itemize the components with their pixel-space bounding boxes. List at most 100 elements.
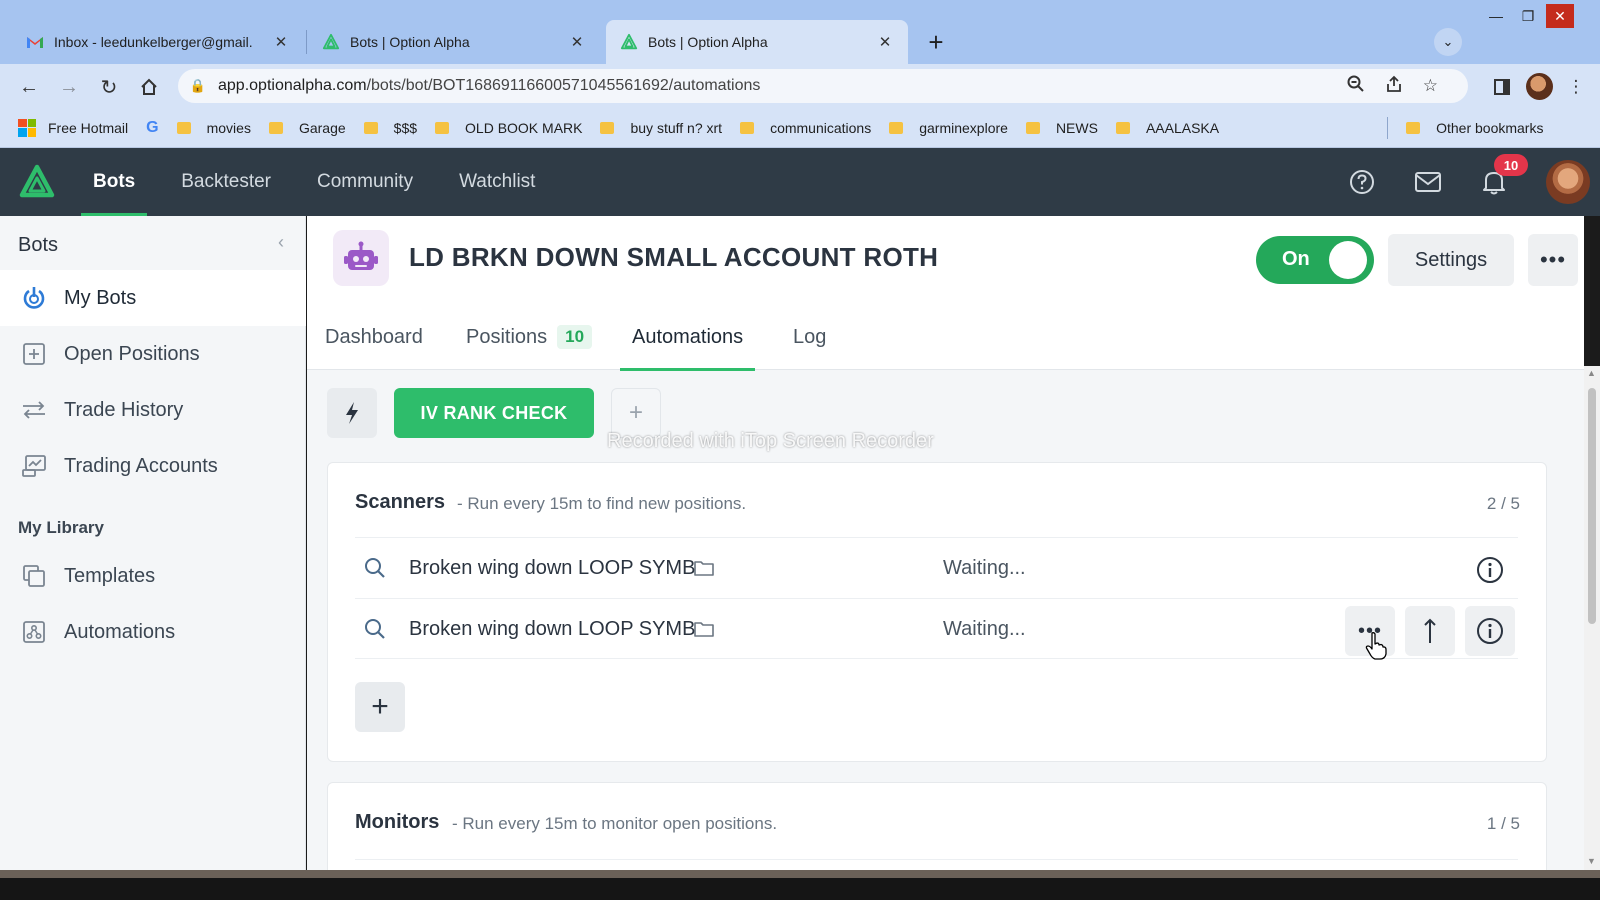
user-avatar[interactable] — [1546, 160, 1590, 204]
url-path: /bots/bot/BOT1686911660057104556169​2/au… — [366, 77, 761, 94]
kebab-menu-icon[interactable]: ⋮ — [1564, 75, 1588, 99]
browser-tab-option-alpha-active[interactable]: Bots | Option Alpha ✕ — [606, 20, 908, 64]
nav-watchlist[interactable]: Watchlist — [436, 148, 558, 216]
robot-icon — [333, 230, 389, 286]
bookmark-news[interactable]: NEWS — [1025, 119, 1098, 136]
scrollbar-thumb[interactable] — [1588, 388, 1596, 624]
tab-search-chevron-icon[interactable]: ⌄ — [1434, 28, 1462, 56]
sidebar-item-automations[interactable]: Automations — [0, 604, 306, 660]
add-scanner-button[interactable]: + — [355, 682, 405, 732]
bookmark-star-icon[interactable]: ☆ — [1423, 76, 1438, 96]
sidebar-item-label: Templates — [64, 564, 156, 587]
monitors-divider — [355, 859, 1518, 860]
sidebar-item-trading-accounts[interactable]: Trading Accounts — [0, 438, 306, 494]
browser-toolbar: ← → ↻ 🔒 app.optionalpha.com/bots/bot/BOT… — [0, 64, 1600, 108]
bookmark-aaalaska[interactable]: AAALASKA — [1115, 120, 1219, 136]
scanner-row[interactable]: Broken wing down LOOP SYMB Waiting... ••… — [355, 598, 1518, 659]
sidebar-item-trade-history[interactable]: Trade History — [0, 382, 306, 438]
lightning-bolt-icon[interactable] — [327, 388, 377, 438]
bookmark-free-hotmail[interactable]: Free Hotmail — [18, 118, 128, 137]
folder-icon[interactable] — [693, 619, 715, 639]
close-tab-icon[interactable]: ✕ — [272, 33, 290, 51]
bookmark-old-book-mark[interactable]: OLD BOOK MARK — [435, 120, 582, 136]
forward-arrow-icon[interactable]: → — [54, 72, 84, 102]
folder-icon — [1406, 121, 1421, 134]
scroll-up-arrow-icon[interactable]: ▲ — [1587, 368, 1596, 378]
minimize-window-icon[interactable]: — — [1482, 4, 1510, 28]
settings-button[interactable]: Settings — [1388, 234, 1514, 286]
bookmark-other[interactable]: Other bookmarks — [1406, 120, 1543, 136]
bookmark-garage[interactable]: Garage — [268, 119, 346, 136]
zoom-icon[interactable] — [1347, 75, 1365, 98]
top-nav: Bots Backtester Community Watchlist — [70, 148, 558, 216]
share-icon[interactable] — [1385, 75, 1403, 98]
folder-icon — [176, 121, 191, 134]
folder-icon — [1115, 121, 1130, 134]
close-window-icon[interactable]: ✕ — [1546, 4, 1574, 28]
google-icon: G — [146, 118, 159, 136]
bookmark-money[interactable]: $$$ — [363, 119, 418, 136]
browser-tab-option-alpha[interactable]: Bots | Option Alpha ✕ — [308, 20, 600, 64]
tab-dashboard[interactable]: Dashboard — [325, 304, 423, 370]
search-icon — [365, 558, 385, 578]
bookmark-label: Garage — [298, 119, 346, 136]
mail-icon[interactable] — [1412, 166, 1444, 198]
bookmark-label: garminexplore — [919, 119, 1008, 136]
back-arrow-icon[interactable]: ← — [14, 72, 44, 102]
close-tab-icon[interactable]: ✕ — [876, 33, 894, 51]
sidebar-item-templates[interactable]: Templates — [0, 548, 306, 604]
sidebar-item-open-positions[interactable]: Open Positions — [0, 326, 306, 382]
new-tab-button[interactable]: + — [920, 26, 952, 58]
scroll-down-arrow-icon[interactable]: ▼ — [1587, 856, 1596, 866]
help-icon[interactable] — [1346, 166, 1378, 198]
sidebar-item-my-bots[interactable]: My Bots — [0, 270, 306, 326]
sidebar: Bots ‹ My Bots Open Positions Trade Hist… — [0, 216, 306, 870]
side-panel-icon[interactable] — [1490, 75, 1514, 99]
folder-icon — [889, 121, 904, 134]
bookmarks-bar: Free Hotmail G movies Garage $$$ OLD BOO… — [0, 108, 1600, 148]
transfer-arrows-icon — [20, 396, 48, 424]
bookmark-label: NEWS — [1055, 119, 1098, 136]
bookmark-buy-stuff[interactable]: buy stuff n? xrt — [600, 120, 722, 136]
bookmark-garminexplore[interactable]: garminexplore — [889, 120, 1008, 136]
scanner-row[interactable]: Broken wing down LOOP SYMB Waiting... — [355, 537, 1518, 598]
tab-log[interactable]: Log — [793, 304, 826, 370]
plus-box-icon — [20, 340, 48, 368]
address-bar[interactable]: 🔒 app.optionalpha.com/bots/bot/BOT168691… — [178, 69, 1468, 103]
nav-community[interactable]: Community — [294, 148, 436, 216]
bookmark-label: communications — [770, 119, 872, 136]
reload-icon[interactable]: ↻ — [94, 72, 124, 102]
browser-tab-strip: Inbox - leedunkelberger@gmail. ✕ Bots | … — [0, 0, 1600, 64]
collapse-sidebar-chevron-icon[interactable]: ‹ — [278, 232, 284, 253]
page-scrollbar[interactable]: ▲ ▼ — [1584, 366, 1600, 870]
nav-backtester[interactable]: Backtester — [158, 148, 294, 216]
browser-tab-gmail[interactable]: Inbox - leedunkelberger@gmail. ✕ — [12, 20, 304, 64]
tab-positions[interactable]: Positions 10 — [466, 304, 593, 370]
more-options-button[interactable]: ••• — [1528, 234, 1578, 286]
desktop-edge — [0, 870, 1600, 900]
bookmark-movies[interactable]: movies — [176, 120, 251, 136]
tab-automations[interactable]: Automations — [619, 304, 756, 371]
info-icon[interactable] — [1465, 606, 1515, 656]
option-alpha-logo-icon[interactable] — [17, 162, 57, 202]
bookmark-label: $$$ — [393, 119, 418, 136]
my-library-heading: My Library — [18, 518, 104, 537]
home-icon[interactable] — [134, 72, 164, 102]
info-icon[interactable] — [1465, 545, 1515, 595]
bookmark-label: OLD BOOK MARK — [465, 119, 583, 136]
bookmark-google[interactable]: G — [146, 119, 158, 137]
restore-window-icon[interactable]: ❐ — [1514, 4, 1542, 28]
folder-icon[interactable] — [693, 558, 715, 578]
move-up-arrow-icon[interactable] — [1405, 606, 1455, 656]
sidebar-title: Bots — [18, 234, 59, 256]
bookmark-communications[interactable]: communications — [740, 120, 871, 136]
browser-profile-avatar[interactable] — [1526, 73, 1553, 100]
iv-rank-check-button[interactable]: IV RANK CHECK — [394, 388, 594, 438]
monitors-count: 1 / 5 — [1486, 814, 1520, 833]
bot-status-toggle[interactable]: On — [1256, 236, 1374, 284]
nav-bots[interactable]: Bots — [70, 148, 158, 216]
search-icon — [365, 619, 385, 639]
sidebar-item-label: My Bots — [64, 286, 137, 309]
screen: Inbox - leedunkelberger@gmail. ✕ Bots | … — [0, 0, 1600, 900]
close-tab-icon[interactable]: ✕ — [568, 33, 586, 51]
